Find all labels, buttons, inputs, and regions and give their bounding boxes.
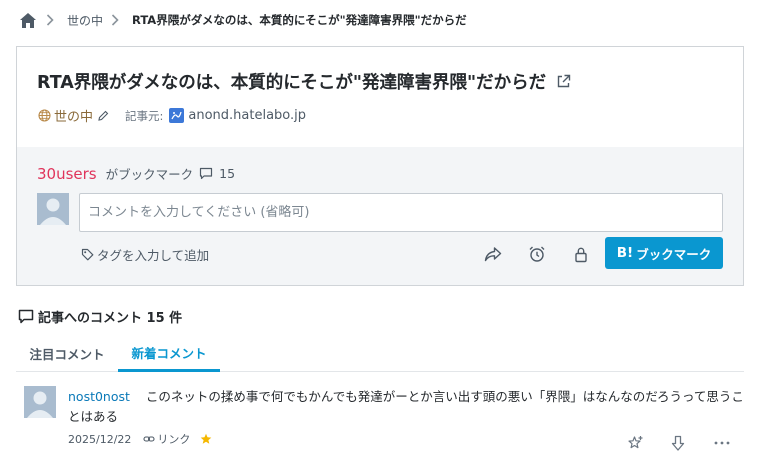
avatar-icon	[37, 193, 69, 225]
comment-count: 15	[219, 166, 236, 181]
tab-popular-comments[interactable]: 注目コメント	[16, 335, 118, 371]
comment-permalink[interactable]: リンク	[157, 431, 190, 447]
avatar-icon	[24, 386, 56, 418]
tag-icon	[81, 248, 94, 261]
entry-meta: 世の中 記事元: anond.hatelabo.jp	[38, 106, 306, 125]
entry-title-link[interactable]: RTA界隈がダメなのは、本質的にそこが"発達障害界隈"だからだ	[37, 69, 546, 94]
bookmark-button-label: ブックマーク	[636, 246, 712, 262]
source-domain-link[interactable]: anond.hatelabo.jp	[188, 108, 306, 123]
comment-body: nost0nost このネットの揉め事で何でもかんでも発達がーとか言い出す頭の悪…	[68, 387, 748, 427]
bookmark-panel: 30users がブックマーク 15 タグを入力して追加 B!	[17, 147, 743, 285]
chevron-right-icon	[111, 13, 125, 27]
avatar	[37, 193, 69, 225]
home-icon[interactable]	[18, 10, 38, 30]
star-icon	[200, 433, 212, 445]
lock-icon[interactable]	[570, 243, 592, 265]
alarm-clock-icon[interactable]	[526, 243, 548, 265]
arrow-down-icon[interactable]	[668, 433, 688, 453]
users-count-link[interactable]: 30users	[37, 165, 97, 183]
comments-heading: 記事へのコメント 15 件	[18, 307, 182, 326]
hatena-bookmark-mark: B!	[616, 245, 634, 261]
comment-bubble-icon	[18, 309, 34, 325]
comment-date-link[interactable]: 2025/12/22	[68, 433, 131, 446]
entry-category-link[interactable]: 世の中	[54, 106, 93, 125]
comment-bubble-icon	[199, 167, 213, 181]
chevron-right-icon	[46, 13, 60, 27]
globe-icon	[38, 109, 51, 122]
more-icon[interactable]	[712, 433, 732, 453]
users-row: 30users がブックマーク 15	[37, 164, 235, 183]
breadcrumb-category-link[interactable]: 世の中	[67, 12, 103, 29]
pencil-icon[interactable]	[97, 110, 109, 122]
comment-input[interactable]	[79, 193, 723, 232]
comments-heading-text: 記事へのコメント 15 件	[38, 311, 183, 326]
hatena-favicon	[169, 108, 185, 123]
breadcrumb-current: RTA界隈がダメなのは、本質的にそこが"発達障害界隈"だからだ	[132, 13, 467, 27]
source-label: 記事元:	[125, 108, 164, 123]
add-star-icon[interactable]	[625, 433, 645, 453]
avatar[interactable]	[24, 386, 56, 418]
comment-text: このネットの揉め事で何でもかんでも発達がーとか言い出す頭の悪い「界隈」はなんなの…	[68, 389, 744, 424]
add-bookmark-button[interactable]: B! ブックマーク	[605, 237, 723, 269]
entry-card: RTA界隈がダメなのは、本質的にそこが"発達障害界隈"だからだ 世の中 記事元:…	[16, 46, 744, 286]
entry-title-row: RTA界隈がダメなのは、本質的にそこが"発達障害界隈"だからだ	[37, 69, 572, 94]
tag-input[interactable]: タグを入力して追加	[81, 245, 209, 264]
users-suffix: がブックマーク	[105, 167, 194, 182]
share-icon[interactable]	[482, 243, 504, 265]
external-link-icon[interactable]	[556, 74, 572, 90]
comment-username-link[interactable]: nost0nost	[68, 389, 130, 404]
comment-tabs: 注目コメント 新着コメント	[16, 335, 744, 372]
comment-meta: 2025/12/22 リンク	[68, 431, 212, 447]
breadcrumb: 世の中 RTA界隈がダメなのは、本質的にそこが"発達障害界隈"だからだ	[18, 10, 467, 30]
tab-recent-comments[interactable]: 新着コメント	[118, 335, 220, 372]
link-icon	[143, 433, 155, 445]
comment-item: nost0nost このネットの揉め事で何でもかんでも発達がーとか言い出す頭の悪…	[16, 372, 744, 460]
tag-placeholder: タグを入力して追加	[97, 248, 210, 263]
entry-header: RTA界隈がダメなのは、本質的にそこが"発達障害界隈"だからだ 世の中 記事元:…	[17, 47, 743, 147]
